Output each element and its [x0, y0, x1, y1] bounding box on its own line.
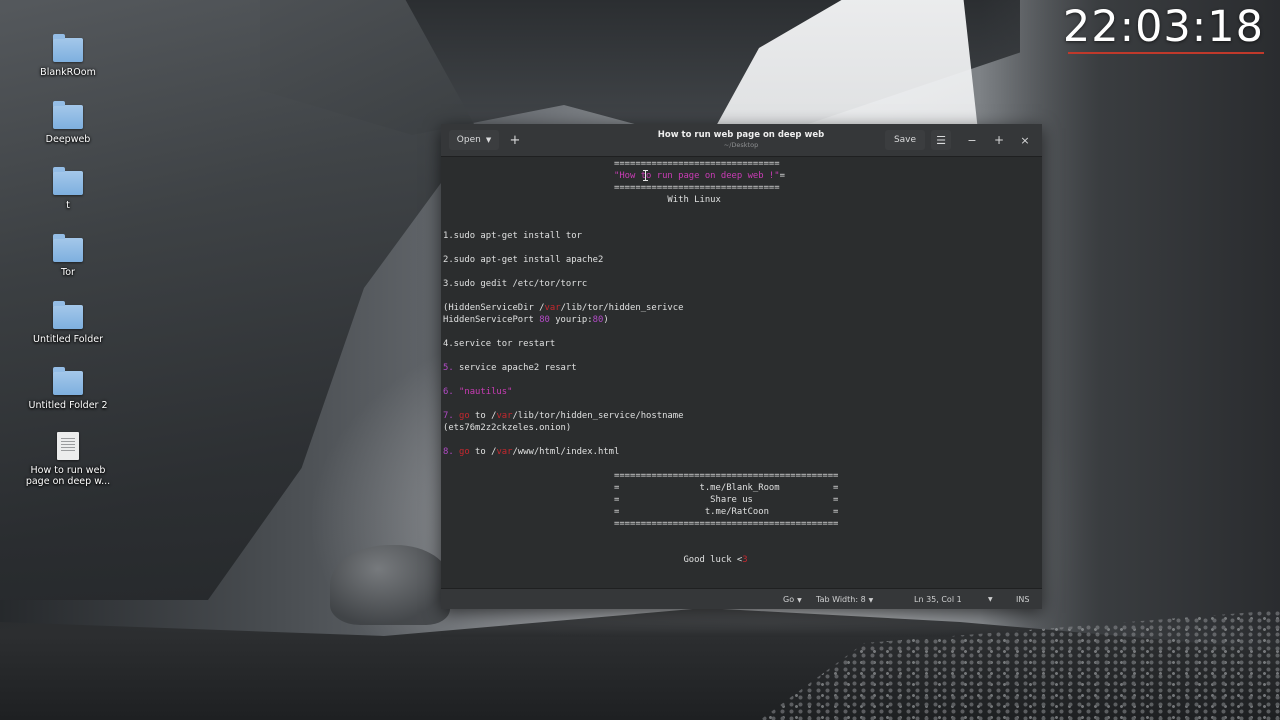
open-button-label: Open — [456, 135, 481, 145]
editor-line: ========================================… — [443, 519, 839, 529]
desktop-icon-label: Untitled Folder 2 — [28, 400, 108, 411]
editor-line: ​ — [443, 530, 838, 542]
language-label: Go — [783, 595, 795, 604]
chevron-down-icon: ▼ — [797, 597, 802, 604]
desktop-icon-deepweb[interactable]: Deepweb — [23, 101, 113, 145]
desktop-icon-untitled-folder-2[interactable]: Untitled Folder 2 — [23, 367, 113, 411]
editor-line: (HiddenServiceDir /var/lib/tor/hidden_se… — [443, 303, 684, 313]
editor-line: 2.sudo apt-get install apache2 — [443, 255, 604, 265]
editor-line: ​ — [443, 326, 838, 338]
open-button[interactable]: Open ▼ — [449, 130, 499, 150]
editor-line: ​ — [443, 290, 838, 302]
editor-line: 7. go to /var/lib/tor/hidden_service/hos… — [443, 411, 684, 421]
folder-icon — [53, 367, 83, 395]
language-selector[interactable]: Go ▼ — [783, 595, 802, 604]
desktop-icon-label: Untitled Folder — [33, 334, 103, 345]
clock-time: 22:03:18 — [1062, 2, 1264, 52]
cursor-position: Ln 35, Col 1 — [914, 595, 962, 604]
desktop-icon-untitled-folder[interactable]: Untitled Folder — [23, 301, 113, 345]
status-bar: Go ▼ Tab Width: 8 ▼ Ln 35, Col 1 ▼ INS — [441, 588, 1042, 609]
editor-line: ========================================… — [443, 471, 839, 481]
editor-line: ​ — [443, 398, 838, 410]
wallpaper-rock — [330, 545, 450, 625]
chevron-down-icon: ▼ — [485, 136, 492, 144]
text-editor-area[interactable]: =============================== "How to … — [441, 157, 1042, 589]
folder-icon — [53, 234, 83, 262]
clock-underline — [1068, 52, 1264, 54]
editor-line: =============================== — [443, 159, 780, 169]
editor-line: = Share us = — [443, 495, 839, 505]
editor-line: ​ — [443, 542, 838, 554]
desktop-icon-text-file[interactable]: How to run web page on deep w... — [23, 432, 113, 487]
folder-icon — [53, 167, 83, 195]
window-subtitle: ~/Desktop — [723, 141, 759, 149]
editor-line: =============================== — [443, 183, 780, 193]
editor-line: = t.me/RatCoon = — [443, 507, 839, 517]
editor-line: 8. go to /var/www/html/index.html — [443, 447, 620, 457]
desktop-icon-tor[interactable]: Tor — [23, 234, 113, 278]
insert-mode-indicator: INS — [1016, 595, 1030, 604]
chevron-down-icon[interactable]: ▼ — [988, 596, 993, 603]
text-editor-window: Open ▼ + How to run web page on deep web… — [441, 124, 1042, 609]
editor-line: With Linux — [443, 195, 721, 205]
desktop-icon-label: BlankROom — [40, 67, 96, 78]
editor-line: ​ — [443, 350, 838, 362]
text-cursor-icon — [643, 170, 648, 181]
minimize-icon[interactable]: − — [963, 130, 981, 150]
desktop-icon-label: Deepweb — [45, 134, 91, 145]
editor-line: ​ — [443, 206, 838, 218]
editor-line: ​ — [443, 266, 838, 278]
text-file-icon — [57, 432, 79, 460]
editor-line: 1.sudo apt-get install tor — [443, 231, 582, 241]
hamburger-menu-icon[interactable]: ☰ — [931, 130, 951, 150]
desktop-icon-label: t — [66, 200, 70, 211]
folder-icon — [53, 101, 83, 129]
tab-width-selector[interactable]: Tab Width: 8 ▼ — [816, 595, 873, 604]
folder-icon — [53, 34, 83, 62]
close-icon[interactable]: × — [1016, 130, 1034, 150]
new-document-button[interactable]: + — [505, 130, 525, 150]
window-title-area: How to run web page on deep web ~/Deskto… — [591, 130, 891, 149]
editor-line: HiddenServicePort 80 yourip:80) — [443, 315, 609, 325]
window-title: How to run web page on deep web — [657, 130, 825, 140]
desktop-icon-label: Tor — [61, 267, 75, 278]
maximize-icon[interactable]: + — [990, 130, 1008, 150]
editor-line: 6. "nautilus" — [443, 387, 513, 397]
editor-line: 3.sudo gedit /etc/tor/torrc — [443, 279, 588, 289]
editor-line: ​ — [443, 434, 838, 446]
desktop-icon-label: How to run web page on deep w... — [25, 465, 111, 487]
editor-line: ​ — [443, 458, 838, 470]
editor-line: 5. service apache2 resart — [443, 363, 577, 373]
header-bar: Open ▼ + How to run web page on deep web… — [441, 124, 1042, 157]
desktop-icon-blankroom[interactable]: BlankROom — [23, 34, 113, 78]
editor-line: 4.service tor restart — [443, 339, 556, 349]
save-button[interactable]: Save — [885, 130, 925, 150]
editor-line: ​ — [443, 242, 838, 254]
editor-line: "How to run page on deep web !"= — [613, 171, 785, 181]
folder-icon — [53, 301, 83, 329]
tab-width-label: Tab Width: 8 — [816, 595, 866, 604]
editor-line: ​ — [443, 374, 838, 386]
editor-line: = t.me/Blank_Room = — [443, 483, 839, 493]
editor-line: ​ — [443, 218, 838, 230]
editor-line: (ets76m2z2ckzeles.onion) — [443, 423, 572, 433]
editor-lines: =============================== "How to … — [443, 158, 838, 566]
chevron-down-icon: ▼ — [868, 597, 874, 604]
desktop-icon-t[interactable]: t — [23, 167, 113, 211]
editor-line: Good luck <3 — [443, 555, 748, 565]
